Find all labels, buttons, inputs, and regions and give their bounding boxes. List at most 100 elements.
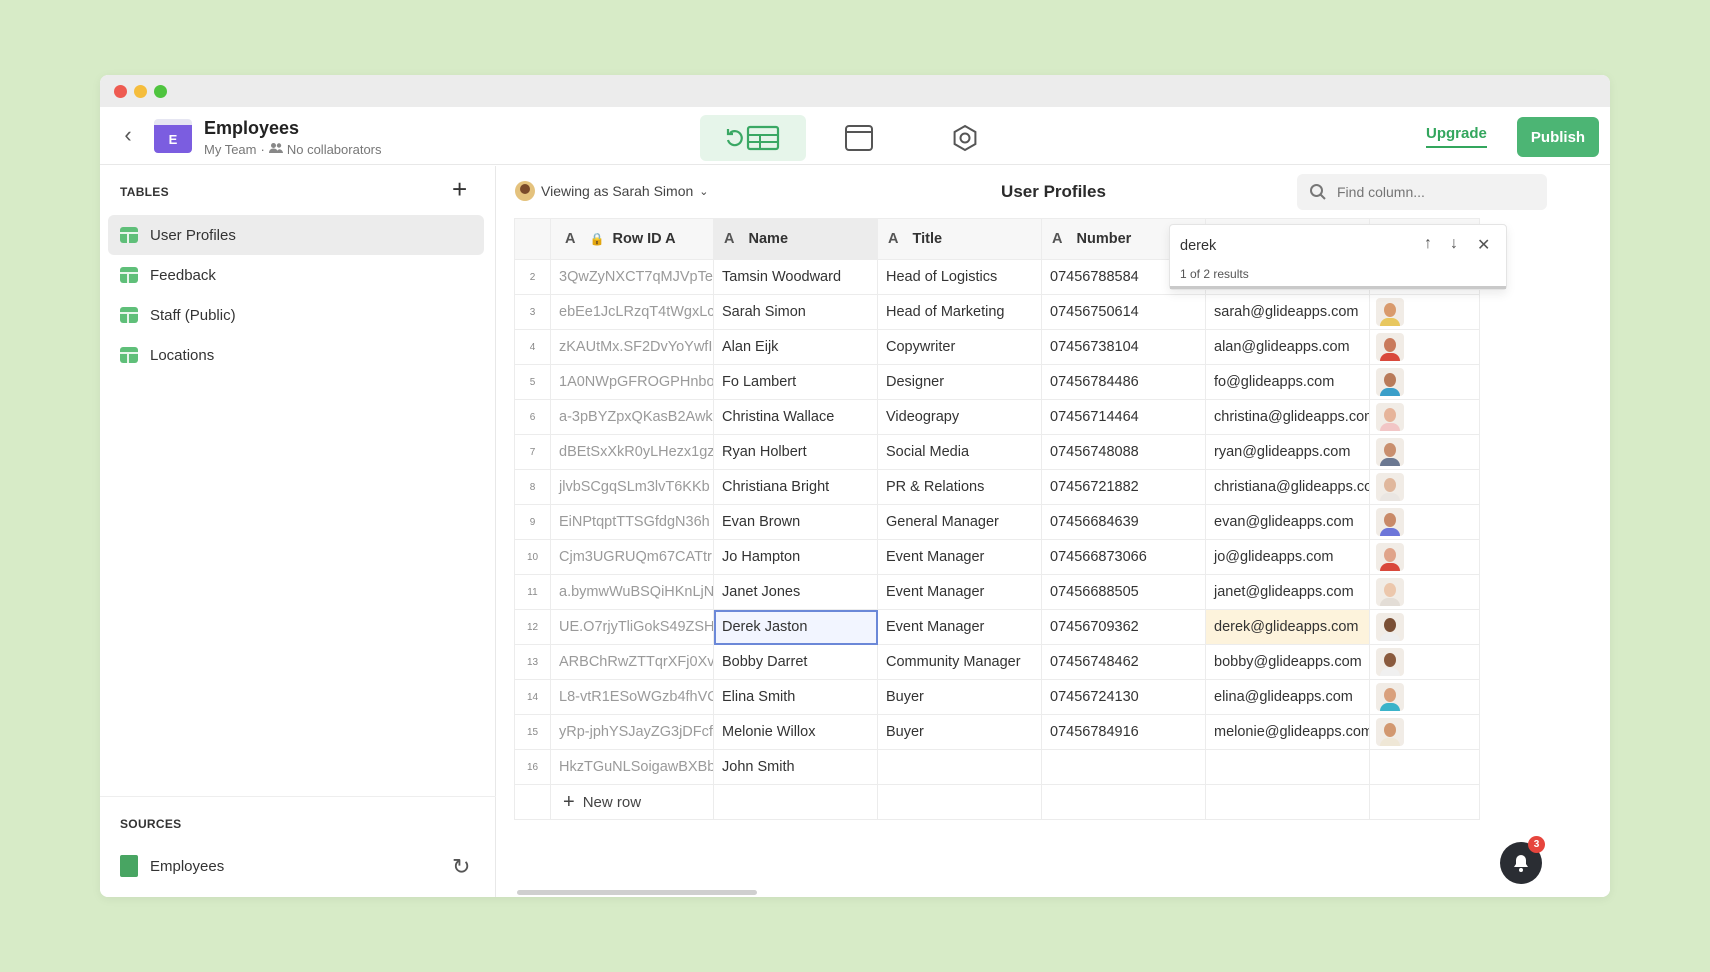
cell-title[interactable]: General Manager [877,504,1042,540]
cell-email[interactable]: elina@glideapps.com [1205,679,1370,715]
cell-number[interactable]: 07456684639 [1041,504,1206,540]
new-row-button[interactable]: + New row [552,791,713,814]
cell-title[interactable]: Designer [877,364,1042,400]
cell-image[interactable] [1369,469,1480,505]
cell-email[interactable] [1205,749,1370,785]
cell-title[interactable]: Event Manager [877,539,1042,575]
cell-email[interactable]: melonie@glideapps.com [1205,714,1370,750]
cell-email[interactable]: alan@glideapps.com [1205,329,1370,365]
cell-number[interactable]: 07456748462 [1041,644,1206,680]
cell-name[interactable]: Alan Eijk [713,329,878,365]
cell-row-id[interactable]: yRp-jphYSJayZG3jDFcf [550,714,714,750]
column-header-row-id[interactable]: A 🔒 Row ID A [550,218,714,260]
cell-name[interactable]: Melonie Willox [713,714,878,750]
settings-tab[interactable] [912,115,1018,161]
cell-row-id[interactable]: zKAUtMx.SF2DvYoYwfI [550,329,714,365]
cell-number[interactable]: 07456784916 [1041,714,1206,750]
cell-name[interactable]: Elina Smith [713,679,878,715]
cell-title[interactable]: Buyer [877,714,1042,750]
cell-email[interactable]: derek@glideapps.com [1205,609,1370,645]
cell-image[interactable] [1369,364,1480,400]
cell-image[interactable] [1369,504,1480,540]
search-query[interactable]: derek [1180,238,1216,254]
cell-name[interactable]: Tamsin Woodward [713,259,878,295]
cell-image[interactable] [1369,749,1480,785]
close-icon[interactable]: ✕ [1477,235,1490,255]
cell-email[interactable]: ryan@glideapps.com [1205,434,1370,470]
cell-row-id[interactable]: ARBChRwZTTqrXFj0Xv [550,644,714,680]
cell-row-id[interactable]: HkzTGuNLSoigawBXBb [550,749,714,785]
cell-email[interactable]: bobby@glideapps.com [1205,644,1370,680]
cell-title[interactable]: Head of Logistics [877,259,1042,295]
cell-title[interactable]: Social Media [877,434,1042,470]
cell-number[interactable]: 074566873066 [1041,539,1206,575]
minimize-window-button[interactable] [134,85,147,98]
cell-row-id[interactable]: a-3pBYZpxQKasB2Awk [550,399,714,435]
layout-editor-tab[interactable] [806,115,912,161]
cell-number[interactable]: 07456721882 [1041,469,1206,505]
sidebar-item-user-profiles[interactable]: User Profiles [108,215,484,255]
cell-image[interactable] [1369,399,1480,435]
publish-button[interactable]: Publish [1517,117,1599,157]
cell-title[interactable]: Buyer [877,679,1042,715]
cell-name[interactable]: Fo Lambert [713,364,878,400]
cell-row-id[interactable]: 3QwZyNXCT7qMJVpTe [550,259,714,295]
cell-number[interactable] [1041,749,1206,785]
sidebar-item-locations[interactable]: Locations [108,335,484,375]
cell-image[interactable] [1369,294,1480,330]
cell-email[interactable]: evan@glideapps.com [1205,504,1370,540]
cell-title[interactable]: PR & Relations [877,469,1042,505]
cell-name[interactable]: Evan Brown [713,504,878,540]
back-icon[interactable]: ‹ [116,123,140,147]
cell-number[interactable]: 07456688505 [1041,574,1206,610]
cell-email[interactable]: janet@glideapps.com [1205,574,1370,610]
cell-email[interactable]: fo@glideapps.com [1205,364,1370,400]
cell-image[interactable] [1369,714,1480,750]
cell-name[interactable]: Janet Jones [713,574,878,610]
refresh-icon[interactable]: ↻ [452,854,470,880]
sidebar-item-feedback[interactable]: Feedback [108,255,484,295]
horizontal-scrollbar[interactable] [517,890,757,895]
upgrade-link[interactable]: Upgrade [1426,125,1487,148]
cell-email[interactable]: sarah@glideapps.com [1205,294,1370,330]
column-header-title[interactable]: A Title [877,218,1042,260]
maximize-window-button[interactable] [154,85,167,98]
cell-image[interactable] [1369,329,1480,365]
cell-name[interactable]: Bobby Darret [713,644,878,680]
cell-image[interactable] [1369,434,1480,470]
cell-title[interactable]: Videograpy [877,399,1042,435]
cell-image[interactable] [1369,609,1480,645]
cell-row-id[interactable]: jlvbSCgqSLm3lvT6KKb [550,469,714,505]
cell-number[interactable]: 07456709362 [1041,609,1206,645]
data-editor-tab[interactable] [700,115,806,161]
cell-row-id[interactable]: ebEe1JcLRzqT4tWgxLc [550,294,714,330]
cell-title[interactable]: Community Manager [877,644,1042,680]
close-window-button[interactable] [114,85,127,98]
sidebar-source-employees[interactable]: Employees [108,846,484,886]
cell-row-id[interactable]: EiNPtqptTTSGfdgN36h [550,504,714,540]
cell-name[interactable]: Sarah Simon [713,294,878,330]
column-header-name[interactable]: A Name [713,218,878,260]
cell-name[interactable]: Christina Wallace [713,399,878,435]
cell-title[interactable]: Head of Marketing [877,294,1042,330]
cell-number[interactable]: 07456724130 [1041,679,1206,715]
cell-email[interactable]: christina@glideapps.com [1205,399,1370,435]
cell-name[interactable]: Christiana Bright [713,469,878,505]
cell-title[interactable]: Copywriter [877,329,1042,365]
sidebar-item-staff-public[interactable]: Staff (Public) [108,295,484,335]
arrow-up-icon[interactable]: ↑ [1424,235,1432,253]
cell-row-id[interactable]: a.bymwWuBSQiHKnLjN [550,574,714,610]
cell-name[interactable]: Derek Jaston [713,609,878,645]
new-row-cell[interactable]: + New row [550,784,714,820]
cell-image[interactable] [1369,644,1480,680]
find-column-input[interactable] [1337,184,1517,200]
cell-number[interactable]: 07456714464 [1041,399,1206,435]
add-table-icon[interactable]: + [452,176,467,202]
cell-row-id[interactable]: L8-vtR1ESoWGzb4fhVC [550,679,714,715]
cell-row-id[interactable]: 1A0NWpGFROGPHnbol [550,364,714,400]
cell-name[interactable]: John Smith [713,749,878,785]
cell-row-id[interactable]: dBEtSxXkR0yLHezx1gz [550,434,714,470]
cell-image[interactable] [1369,539,1480,575]
cell-email[interactable]: christiana@glideapps.com [1205,469,1370,505]
cell-row-id[interactable]: Cjm3UGRUQm67CATtr [550,539,714,575]
